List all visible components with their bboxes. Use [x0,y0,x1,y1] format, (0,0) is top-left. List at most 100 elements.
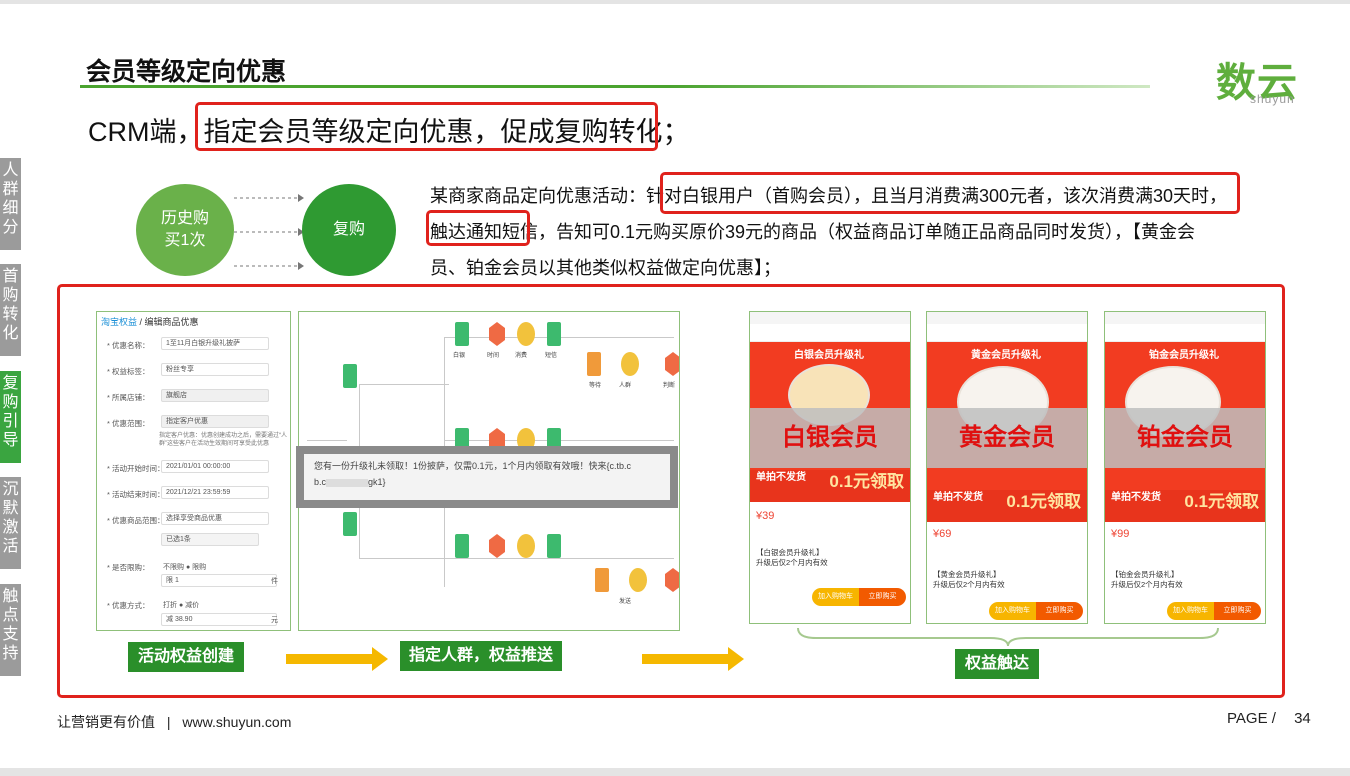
limit-input[interactable]: 限 1 [161,574,277,587]
coupon-name-input[interactable]: 1至11月白银升级礼披萨 [161,337,269,350]
flow-node[interactable] [665,352,679,376]
benefit-tag-select[interactable]: 粉丝专享 [161,363,269,376]
desc-highlight-box-2 [426,210,530,246]
flow-node[interactable] [595,568,609,592]
flow-node[interactable] [547,534,561,558]
buy-now-button[interactable]: 立即购买 [859,588,906,606]
step-arrow-1 [286,647,388,671]
form-label: * 优惠商品范围： [107,516,165,525]
tier-label: 黄金会员 [927,408,1087,468]
flow-node[interactable] [489,322,505,346]
phone-platinum: 铂金会员升级礼 铂金会员 单拍不发货 0.1元领取 ¥99 【铂金会员升级礼】 … [1104,311,1266,624]
sms-preview-text: 您有一份升级礼未领取！1份披萨，仅需0.1元，1个月内领取有效哦！快来{c.tb… [304,454,670,500]
page-number: 34 [1294,710,1311,727]
footer-site[interactable]: www.shuyun.com [182,714,291,730]
flow-node[interactable] [587,352,601,376]
promo-deal: 单拍不发货 [756,472,806,483]
start-time-input[interactable]: 2021/01/01 00:00:00 [161,460,269,473]
scope-select[interactable]: 指定客户优惠 [161,415,269,428]
product-name: 【白银会员升级礼】 [756,548,824,557]
desc-part1: 某商家商品定向优惠活动： [430,186,646,206]
step-push-benefit: 指定人群，权益推送 [400,641,562,671]
flow-node[interactable] [665,568,679,592]
footer-page: PAGE / 34 [1227,710,1311,727]
banner-title: 黄金会员升级礼 [971,350,1041,361]
form-label: * 活动结束时间： [107,490,165,499]
flow-node[interactable] [517,534,535,558]
discount-type-radio[interactable]: 打折 ● 减价 [163,600,199,610]
product-price: ¥99 [1111,528,1130,540]
intro-prefix: CRM端， [88,117,204,147]
phone-status-bar [750,312,910,324]
limit-radio[interactable]: 不限购 ● 限购 [163,562,206,572]
flow-node-label: 短信 [545,353,558,359]
product-price: ¥69 [933,528,952,540]
end-time-input[interactable]: 2021/12/21 23:59:59 [161,486,269,499]
flow-node[interactable] [629,568,647,592]
sidebar-item-repurchase[interactable]: 复购引导 [0,371,21,463]
flow-node-label: 白银 [453,353,466,359]
sidebar-item-first-purchase[interactable]: 首购转化 [0,264,21,356]
footer-left: 让营销更有价值 | www.shuyun.com [57,712,291,732]
top-border [0,0,1350,4]
promo-strip: 单拍不发货 0.1元领取 [750,470,910,502]
flow-node-label: 等待 [589,383,602,389]
banner-title: 白银会员升级礼 [794,350,864,361]
selected-count: 已选1条 [161,533,259,546]
flow-node[interactable] [517,322,535,346]
discount-unit: 元 [271,617,278,624]
promo-strip: 单拍不发货 0.1元领取 [927,490,1087,522]
flow-node[interactable] [489,534,505,558]
form-breadcrumb: 淘宝权益 / 编辑商品优惠 [101,315,199,328]
title-underline [80,85,1150,88]
phone-address-bar [1105,324,1265,342]
sms-text-line2: b.c gk1} [314,477,386,487]
form-label: * 优惠范围： [107,419,150,428]
flow-node-label: 判断 [663,383,676,389]
promo-deal: 单拍不发货 [933,492,983,503]
sms-text-line1: 您有一份升级礼未领取！1份披萨，仅需0.1元，1个月内领取有效哦！快来{c.tb… [314,461,632,471]
bottom-border [0,768,1350,776]
sidebar-item-touchpoint[interactable]: 触点支持 [0,584,21,676]
promo-strip: 单拍不发货 0.1元领取 [1105,490,1265,522]
breadcrumb-link[interactable]: 淘宝权益 [101,317,137,327]
page-title: 会员等级定向优惠 [86,58,287,86]
intro-highlight-box [195,102,658,151]
add-to-cart-button[interactable]: 加入购物车 [812,588,859,606]
history-purchase-circle: 历史购买1次 [136,184,234,276]
product-scope-select[interactable]: 选择享受商品优惠 [161,512,269,525]
flow-node[interactable] [621,352,639,376]
flow-node[interactable] [343,364,357,388]
phone-status-bar [927,312,1087,324]
flow-node[interactable] [343,512,357,536]
phone-action-buttons: 加入购物车 立即购买 [1167,602,1261,620]
flow-node[interactable] [455,322,469,346]
buy-now-button[interactable]: 立即购买 [1214,602,1261,620]
add-to-cart-button[interactable]: 加入购物车 [989,602,1036,620]
promo-deal: 单拍不发货 [1111,492,1161,503]
shop-select[interactable]: 旗舰店 [161,389,269,402]
product-desc: 升级后仅2个月内有效 [1111,580,1183,589]
desc-part4: 触达通知短信，告知可0.1元购买原价39元的商品（权益商品订单随正品商品同时发货… [430,222,1196,278]
sidebar-item-reactivation[interactable]: 沉默激活 [0,477,21,569]
sms-preview-dialog: 您有一份升级礼未领取！1份披萨，仅需0.1元，1个月内领取有效哦！快来{c.tb… [296,446,678,508]
step-create-benefit: 活动权益创建 [128,642,244,672]
form-label: * 权益标签： [107,367,150,376]
coupon-form-panel: 淘宝权益 / 编辑商品优惠 * 优惠名称： 1至11月白银升级礼披萨 * 权益标… [96,311,291,631]
add-to-cart-button[interactable]: 加入购物车 [1167,602,1214,620]
flow-dashed-arrows [234,194,304,270]
product-price: ¥39 [756,510,775,522]
phone-gold: 黄金会员升级礼 黄金会员 单拍不发货 0.1元领取 ¥69 【黄金会员升级礼】 … [926,311,1088,624]
phones-brace [797,627,1219,647]
phone-silver: 白银会员升级礼 白银会员 单拍不发货 0.1元领取 ¥39 【白银会员升级礼】 … [749,311,911,624]
sidebar-item-segment[interactable]: 人群细分 [0,158,21,250]
discount-amount-input[interactable]: 减 38.90 [161,613,277,626]
flow-node[interactable] [455,534,469,558]
footer-divider: | [166,714,171,730]
form-label: * 优惠方式： [107,601,150,610]
promo-price: 0.1元领取 [1184,492,1259,511]
page-label: PAGE / [1227,710,1276,727]
buy-now-button[interactable]: 立即购买 [1036,602,1083,620]
flow-node[interactable] [547,322,561,346]
flow-node-label: 消费 [515,353,528,359]
